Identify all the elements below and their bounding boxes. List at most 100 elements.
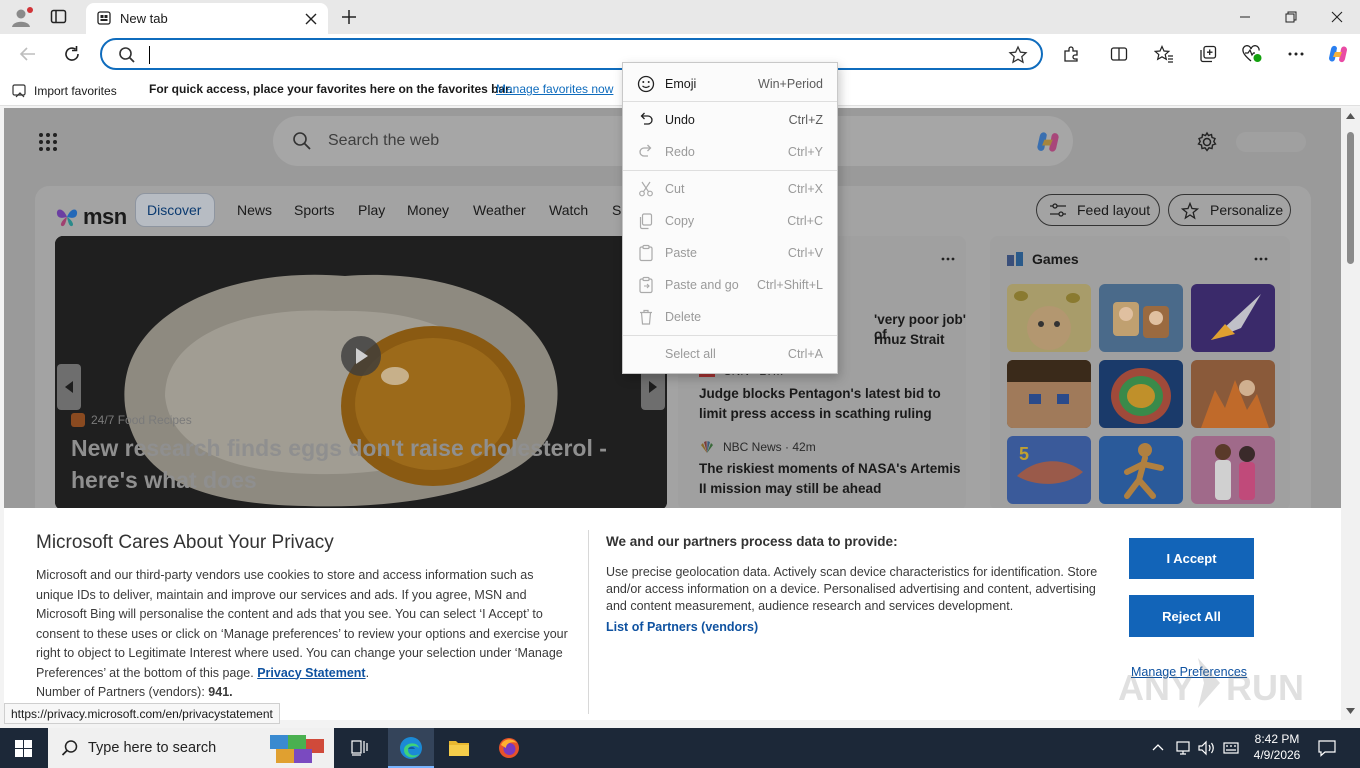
game-tile-4[interactable] [1007,360,1091,428]
new-tab-button[interactable] [339,7,359,27]
nav-money[interactable]: Money [407,202,449,218]
personalize-button[interactable]: Personalize [1168,194,1291,226]
nav-sports[interactable]: Sports [294,202,334,218]
collections-button[interactable] [1192,38,1224,70]
minimize-button[interactable] [1222,0,1268,34]
reject-all-button-label: Reject All [1162,608,1221,624]
copilot-icon[interactable] [1035,129,1061,155]
taskbar-edge-button[interactable] [388,728,434,768]
nav-watch[interactable]: Watch [549,202,588,218]
game-tile-1[interactable] [1007,284,1091,352]
taskbar-firefox-button[interactable] [486,728,532,768]
game-tile-7[interactable]: 5 [1007,436,1091,504]
favorite-star-icon[interactable] [1008,45,1028,65]
anyrun-watermark: ANY RUN [1116,650,1316,716]
refresh-button[interactable] [56,38,88,70]
settings-more-button[interactable] [1280,38,1312,70]
favorites-icon [1154,45,1173,63]
search-highlight-puzzle-icon [270,735,324,763]
network-icon[interactable] [1175,740,1191,756]
game-tile-9[interactable] [1191,436,1275,504]
hero-headline[interactable]: New research finds eggs don't raise chol… [71,432,631,496]
menu-separator [623,170,837,171]
menu-label-redo: Redo [665,145,695,159]
accept-button[interactable]: I Accept [1129,538,1254,579]
news-headline-fragment-2[interactable]: rmuz Strait [874,332,945,347]
clock[interactable]: 8:42 PM 4/9/2026 [1246,731,1308,765]
extensions-button[interactable] [1055,38,1087,70]
back-button[interactable] [12,38,44,70]
news-more-icon[interactable] [941,257,955,261]
menu-item-emoji[interactable]: Emoji Win+Period [623,69,837,99]
game-tile-2[interactable] [1099,284,1183,352]
game-tile-6[interactable] [1191,360,1275,428]
privacy-text-block: Microsoft and our third-party vendors us… [36,566,572,703]
svg-text:ANY: ANY [1118,667,1194,708]
page-scrollbar[interactable] [1341,108,1360,720]
scroll-down-icon[interactable] [1346,708,1355,714]
sliders-icon [1050,203,1066,217]
game-tile-3[interactable] [1191,284,1275,352]
scissors-icon [639,181,653,197]
restore-button[interactable] [1268,0,1314,34]
menu-item-undo[interactable]: Undo Ctrl+Z [623,105,837,135]
scrollbar-thumb[interactable] [1347,132,1354,264]
game-thumbnail-fire [1201,380,1269,428]
import-favorites-button[interactable]: Import favorites [12,82,117,100]
keyboard-layout-icon[interactable] [1223,740,1239,756]
tab-actions-icon[interactable] [50,9,68,25]
copilot-button[interactable] [1322,38,1354,70]
reject-all-button[interactable]: Reject All [1129,595,1254,637]
notification-center-icon[interactable] [1318,739,1336,757]
close-window-button[interactable] [1314,0,1360,34]
game-thumbnail-tower [1111,368,1171,424]
svg-text:RUN: RUN [1226,667,1304,708]
favorites-button[interactable] [1148,38,1180,70]
task-view-icon [351,740,368,756]
profile-avatar[interactable] [10,6,34,28]
news-headline-2[interactable]: Judge blocks Pentagon's latest bid to li… [699,384,961,424]
start-button[interactable] [0,728,48,768]
game-tile-5[interactable] [1099,360,1183,428]
tray-overflow-icon[interactable] [1152,742,1164,752]
volume-icon[interactable] [1198,740,1216,756]
taskbar-search-box[interactable]: Type here to search [48,728,334,768]
close-tab-icon[interactable] [304,12,318,26]
game-tile-8[interactable] [1099,436,1183,504]
search-icon [61,740,78,756]
menu-separator [623,335,837,336]
sign-in-area[interactable] [1236,132,1306,152]
feed-layout-button[interactable]: Feed layout [1036,194,1160,226]
msn-logo[interactable]: msn [55,204,127,230]
nav-news[interactable]: News [237,202,272,218]
list-of-partners-link[interactable]: List of Partners (vendors) [606,620,758,634]
manage-favorites-link[interactable]: Manage favorites now [496,82,613,96]
play-video-button[interactable] [341,336,381,376]
games-more-icon[interactable] [1254,257,1268,261]
task-view-button[interactable] [340,728,380,768]
plus-icon [342,10,356,24]
windows-taskbar: Type here to search 8:42 PM 4/9/2026 [0,728,1360,768]
taskbar-file-explorer-button[interactable] [436,728,482,768]
privacy-right-title: We and our partners process data to prov… [606,534,898,549]
scroll-up-icon[interactable] [1346,113,1355,119]
address-bar[interactable] [100,38,1043,70]
games-header[interactable]: Games [1006,251,1079,267]
browser-essentials-button[interactable] [1236,38,1268,70]
menu-shortcut-cut: Ctrl+X [787,182,823,196]
split-screen-button[interactable] [1103,38,1135,70]
msn-settings-icon[interactable] [1196,131,1218,153]
msn-search-placeholder: Search the web [328,132,440,149]
hero-card[interactable]: 24/7 Food Recipes New research finds egg… [55,236,667,508]
tab-new-tab[interactable]: New tab [86,3,328,34]
privacy-statement-link[interactable]: Privacy Statement [257,666,365,680]
nav-play[interactable]: Play [358,202,385,218]
games-icon [1007,252,1023,266]
paste-icon [639,244,653,262]
hero-prev-button[interactable] [57,364,81,410]
nav-weather[interactable]: Weather [473,202,526,218]
menu-shortcut-redo: Ctrl+Y [787,145,823,159]
personalize-label: Personalize [1210,202,1284,218]
apps-grid-icon[interactable] [38,132,58,152]
news-headline-3[interactable]: The riskiest moments of NASA's Artemis I… [699,459,961,499]
